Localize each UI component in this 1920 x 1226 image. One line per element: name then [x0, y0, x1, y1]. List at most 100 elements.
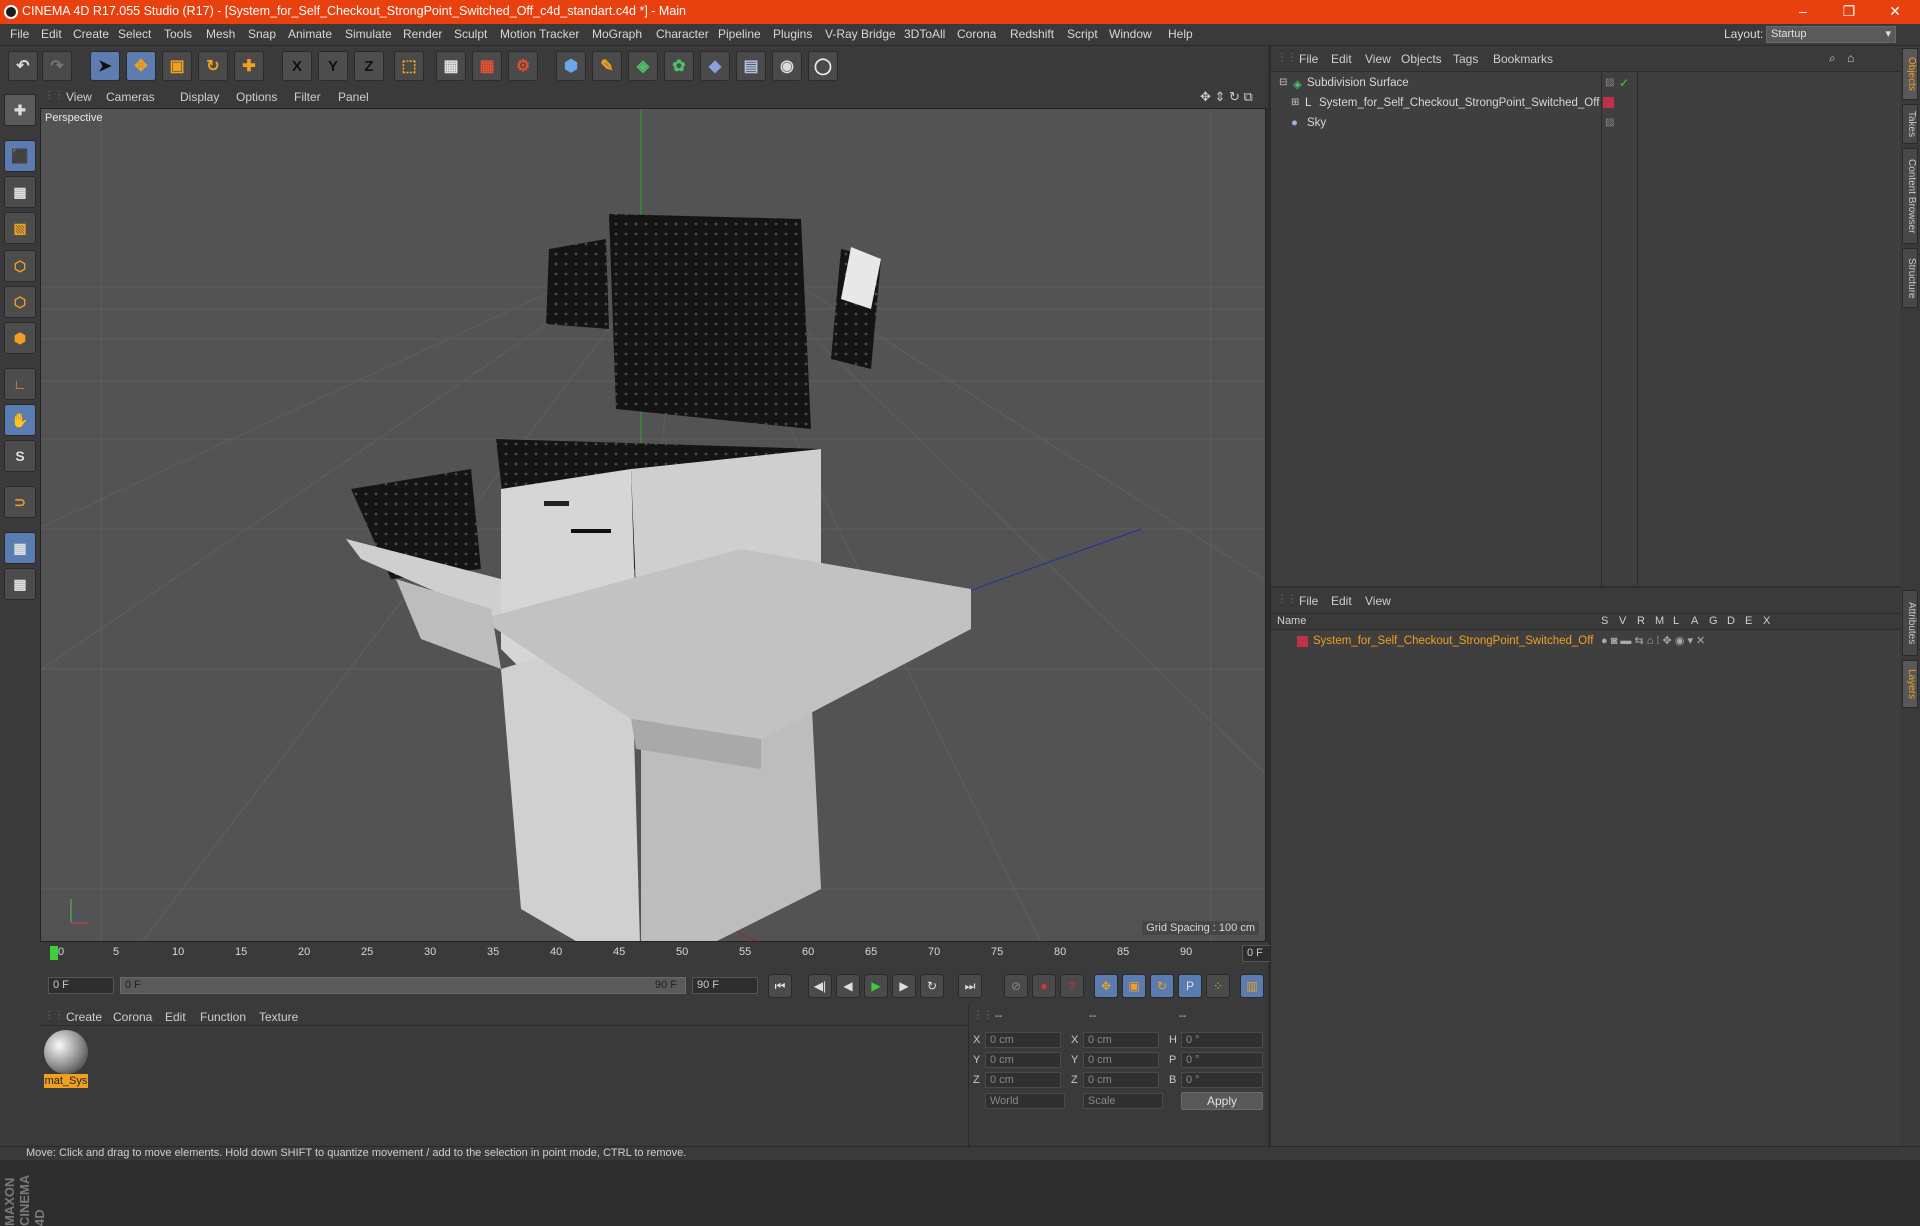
layer-color-swatch[interactable] — [1603, 97, 1614, 108]
timeline-window-icon[interactable]: ▥ — [1240, 974, 1264, 998]
start-frame-field[interactable]: 0 F — [48, 977, 114, 994]
om-menu-bookmarks[interactable]: Bookmarks — [1493, 52, 1553, 66]
menu-redshift[interactable]: Redshift — [1010, 27, 1054, 41]
render-view-icon[interactable]: ▦ — [436, 51, 466, 81]
object-row[interactable]: ⊞ L System_for_Self_Checkout_StrongPoint… — [1271, 94, 1901, 114]
enabled-check-icon[interactable]: ✓ — [1619, 76, 1629, 90]
edges-mode-icon[interactable]: ⬡ — [4, 286, 36, 318]
material-menu-function[interactable]: Function — [200, 1010, 246, 1024]
key-rotate-icon[interactable]: ↻ — [1150, 974, 1174, 998]
key-scale-icon[interactable]: ▣ — [1122, 974, 1146, 998]
y-axis-icon[interactable]: Y — [318, 51, 348, 81]
menu-3dtoall[interactable]: 3DToAll — [904, 27, 945, 41]
om-menu-view[interactable]: View — [1365, 52, 1391, 66]
menu-render[interactable]: Render — [403, 27, 442, 41]
viewport-menu-view[interactable]: View — [66, 90, 92, 104]
menu-tools[interactable]: Tools — [164, 27, 192, 41]
coord-system-icon[interactable]: ⬚ — [394, 51, 424, 81]
layer-row[interactable]: System_for_Self_Checkout_StrongPoint_Swi… — [1271, 632, 1901, 652]
pen-icon[interactable]: ✎ — [592, 51, 622, 81]
material-name[interactable]: mat_Sys — [44, 1074, 88, 1088]
minimize-button[interactable]: – — [1780, 0, 1826, 24]
perspective-viewport[interactable]: Perspective Grid Spacing : 100 cm — [40, 108, 1266, 942]
material-swatch[interactable] — [44, 1030, 88, 1074]
end-frame-field[interactable]: 90 F — [692, 977, 758, 994]
material-menu-texture[interactable]: Texture — [259, 1010, 298, 1024]
menu-edit[interactable]: Edit — [41, 27, 62, 41]
expand-icon[interactable]: ⊞ — [1291, 97, 1299, 108]
menu-plugins[interactable]: Plugins — [773, 27, 812, 41]
play-icon[interactable]: ▶ — [864, 974, 888, 998]
lm-menu-file[interactable]: File — [1299, 594, 1318, 608]
pos-y-field[interactable]: 0 cm — [985, 1052, 1061, 1068]
menu-character[interactable]: Character — [656, 27, 709, 41]
pos-z-field[interactable]: 0 cm — [985, 1072, 1061, 1088]
magnet-icon[interactable]: ⊃ — [4, 486, 36, 518]
search-icon[interactable]: ⌕ — [1829, 51, 1836, 66]
lm-menu-edit[interactable]: Edit — [1331, 594, 1352, 608]
subdivision-icon[interactable]: ◈ — [628, 51, 658, 81]
object-row[interactable]: ⊟ ◈ Subdivision Surface ▨ ✓ — [1271, 74, 1901, 94]
grid-rotate-icon[interactable]: ▦ — [4, 568, 36, 600]
go-to-end-icon[interactable]: ⏭ — [958, 974, 982, 998]
light-icon[interactable]: ◯ — [808, 51, 838, 81]
layer-name[interactable]: System_for_Self_Checkout_StrongPoint_Swi… — [1313, 635, 1593, 647]
viewport-menu-filter[interactable]: Filter — [294, 90, 321, 104]
object-row[interactable]: ● Sky ▨ — [1271, 114, 1901, 134]
menu-window[interactable]: Window — [1109, 27, 1152, 41]
floor-icon[interactable]: ▤ — [736, 51, 766, 81]
menu-motion-tracker[interactable]: Motion Tracker — [500, 27, 579, 41]
menu-simulate[interactable]: Simulate — [345, 27, 392, 41]
workplane-icon[interactable]: ▧ — [4, 212, 36, 244]
size-x-field[interactable]: 0 cm — [1083, 1032, 1159, 1048]
menu-animate[interactable]: Animate — [288, 27, 332, 41]
layout-select[interactable]: Startup ▾ — [1766, 26, 1896, 43]
material-menu-corona[interactable]: Corona — [113, 1010, 152, 1024]
lm-menu-view[interactable]: View — [1365, 594, 1391, 608]
apply-button[interactable]: Apply — [1181, 1092, 1263, 1110]
loop-icon[interactable]: ↻ — [920, 974, 944, 998]
record-disabled-icon[interactable]: ⊘ — [1004, 974, 1028, 998]
material-menu-edit[interactable]: Edit — [165, 1010, 186, 1024]
playhead-marker[interactable] — [50, 946, 58, 960]
cube-icon[interactable]: ⬢ — [556, 51, 586, 81]
close-button[interactable]: ✕ — [1872, 0, 1918, 24]
snap-icon[interactable]: S — [4, 440, 36, 472]
next-frame-icon[interactable]: ▶ — [892, 974, 916, 998]
tab-layers[interactable]: Layers — [1902, 660, 1918, 708]
menu-help[interactable]: Help — [1168, 27, 1193, 41]
axis-mode-icon[interactable]: ∟ — [4, 368, 36, 400]
size-mode-select[interactable]: Scale — [1083, 1093, 1163, 1109]
tab-structure[interactable]: Structure — [1902, 248, 1918, 308]
key-move-icon[interactable]: ✥ — [1094, 974, 1118, 998]
camera-icon[interactable]: ◉ — [772, 51, 802, 81]
rot-h-field[interactable]: 0 ° — [1181, 1032, 1263, 1048]
tab-takes[interactable]: Takes — [1902, 104, 1918, 144]
redo-icon[interactable]: ↷ — [42, 51, 72, 81]
viewport-menu-panel[interactable]: Panel — [338, 90, 369, 104]
om-menu-objects[interactable]: Objects — [1401, 52, 1442, 66]
rot-p-field[interactable]: 0 ° — [1181, 1052, 1263, 1068]
rotate-icon[interactable]: ↻ — [198, 51, 228, 81]
tweak-mode-icon[interactable]: ✋ — [4, 404, 36, 436]
previous-frame-icon[interactable]: ◀ — [836, 974, 860, 998]
coordinate-mode-select[interactable]: World — [985, 1093, 1065, 1109]
scale-icon[interactable]: ▣ — [162, 51, 192, 81]
tab-content-browser[interactable]: Content Browser — [1902, 148, 1918, 244]
size-z-field[interactable]: 0 cm — [1083, 1072, 1159, 1088]
edit-visibility-icon[interactable]: ▨ — [1605, 117, 1614, 128]
key-pla-icon[interactable]: ⁘ — [1206, 974, 1230, 998]
viewport-menu-cameras[interactable]: Cameras — [106, 90, 155, 104]
menu-select[interactable]: Select — [118, 27, 151, 41]
edit-visibility-icon[interactable]: ▨ — [1605, 77, 1614, 88]
texture-mode-icon[interactable]: ▦ — [4, 176, 36, 208]
om-menu-edit[interactable]: Edit — [1331, 52, 1352, 66]
collapse-icon[interactable]: ⊟ — [1279, 77, 1287, 88]
tab-objects[interactable]: Objects — [1902, 48, 1918, 100]
autokey-icon[interactable]: ? — [1060, 974, 1084, 998]
z-axis-icon[interactable]: Z — [354, 51, 384, 81]
render-picture-viewer-icon[interactable]: ▦ — [472, 51, 502, 81]
tab-attributes[interactable]: Attributes — [1902, 590, 1918, 656]
size-y-field[interactable]: 0 cm — [1083, 1052, 1159, 1068]
home-icon[interactable]: ⌂ — [1847, 51, 1854, 65]
